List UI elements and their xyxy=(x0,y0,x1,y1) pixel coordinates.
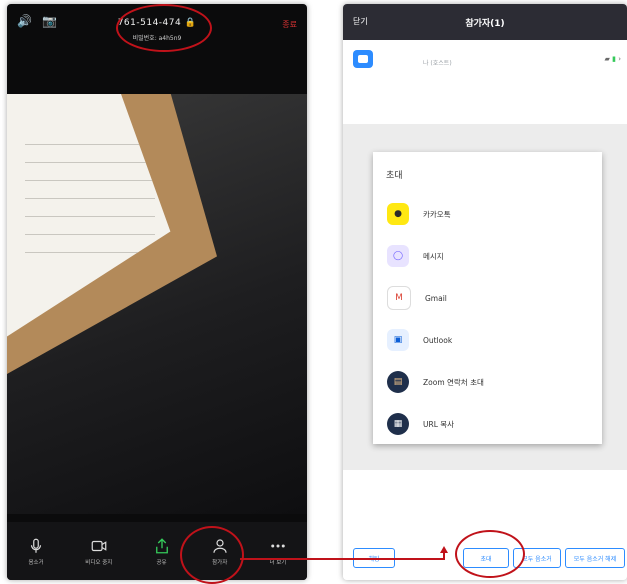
chevron-right-icon: › xyxy=(618,55,621,63)
stop-video-button[interactable]: 비디오 중지 xyxy=(85,537,112,566)
invite-option-copy-url[interactable]: ▦ URL 복사 xyxy=(387,410,587,438)
annotation-invite-circle xyxy=(455,530,525,578)
zoom-avatar-icon xyxy=(353,50,373,68)
share-button[interactable]: 공유 xyxy=(153,537,171,566)
mute-button[interactable]: 음소거 xyxy=(27,537,45,566)
mic-status-icon: ▮ xyxy=(612,55,616,63)
video-icon xyxy=(91,540,107,551)
invite-option-message[interactable]: ◯ 메시지 xyxy=(387,242,587,270)
video-feed xyxy=(7,94,307,514)
invite-title: 초대 xyxy=(386,171,403,181)
participant-name: 나 (호스트) xyxy=(423,60,452,67)
participant-status-icons: ▰ ▮ › xyxy=(604,55,621,63)
zoom-meeting-screen: 🔊 📷 761-514-474 🔒 비밀번호: a4h5n9 종료 음소거 비디… xyxy=(7,4,307,580)
participant-row[interactable]: 나 (호스트) ▰ ▮ › xyxy=(343,44,627,74)
unmute-all-button[interactable]: 모두 음소거 해제 xyxy=(565,548,625,568)
switch-camera-icon[interactable]: 📷 xyxy=(42,14,57,28)
more-icon xyxy=(271,544,285,547)
participants-header: 닫기 참가자(1) xyxy=(343,4,627,40)
contacts-icon: ▤ xyxy=(387,371,409,393)
message-icon: ◯ xyxy=(387,245,409,267)
invite-menu: 초대 ● 카카오톡 ◯ 메시지 M Gmail ▣ Outlook ▤ Zoom… xyxy=(373,152,602,444)
outlook-icon: ▣ xyxy=(387,329,409,351)
annotation-meeting-id-circle xyxy=(116,4,212,52)
invite-option-outlook[interactable]: ▣ Outlook xyxy=(387,326,587,354)
more-button[interactable]: 더 보기 xyxy=(269,537,287,566)
invite-option-gmail[interactable]: M Gmail xyxy=(387,284,587,312)
share-icon xyxy=(155,537,168,553)
participants-title: 참가자(1) xyxy=(465,19,505,29)
kakaotalk-icon: ● xyxy=(387,203,409,225)
speaker-icon[interactable]: 🔊 xyxy=(17,14,32,28)
annotation-arrow-line xyxy=(240,558,445,560)
top-left-controls: 🔊 📷 xyxy=(17,14,57,28)
annotation-arrowhead xyxy=(440,546,448,553)
gmail-icon: M xyxy=(387,286,411,310)
invite-option-zoom-contacts[interactable]: ▤ Zoom 연락처 초대 xyxy=(387,368,587,396)
video-status-icon: ▰ xyxy=(604,55,610,63)
meeting-toolbar: 음소거 비디오 중지 공유 참가자 더 보기 xyxy=(7,522,307,580)
annotation-arrow-vertical xyxy=(443,552,445,560)
participants-screen: 닫기 참가자(1) 나 (호스트) ▰ ▮ › 초대 ● 카카오톡 ◯ 메시지 … xyxy=(343,4,627,580)
end-meeting-button[interactable]: 종료 xyxy=(282,19,297,30)
annotation-participants-circle xyxy=(180,526,244,584)
invite-option-kakaotalk[interactable]: ● 카카오톡 xyxy=(387,200,587,228)
mic-icon xyxy=(30,538,42,553)
link-icon: ▦ xyxy=(387,413,409,435)
